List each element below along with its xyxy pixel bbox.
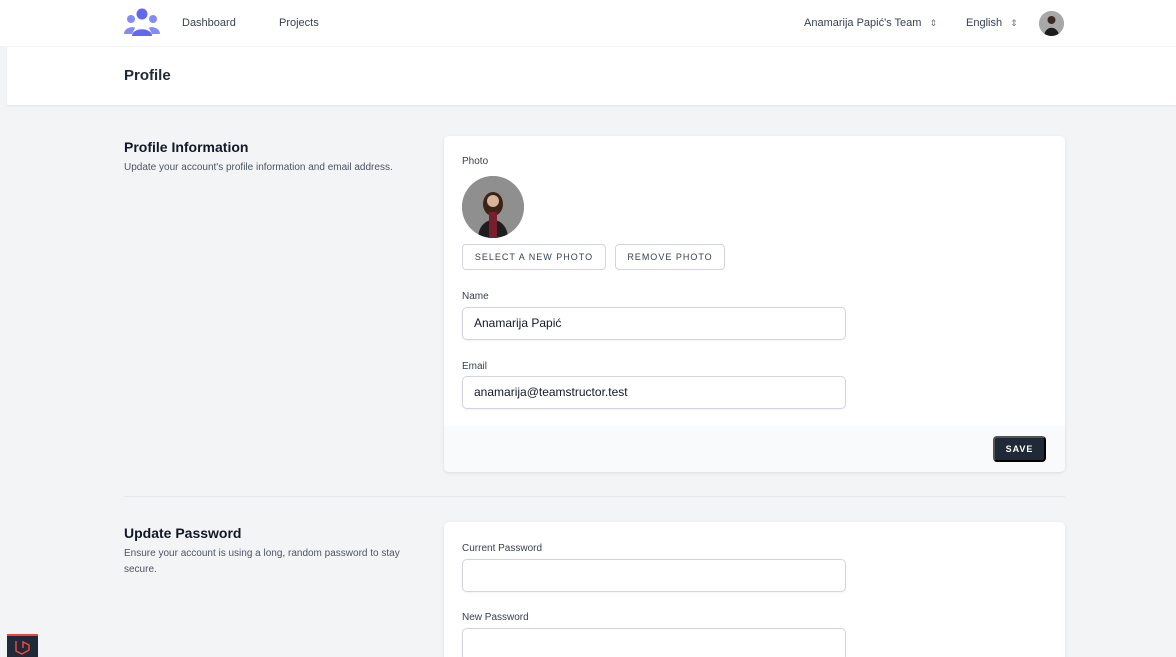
- update-password-card: Current Password New Password: [444, 522, 1065, 657]
- profile-info-card: Photo SELECT A NEW PHOTO REMOVE PHOTO Na…: [444, 136, 1065, 472]
- current-password-input[interactable]: [462, 559, 846, 592]
- team-switcher-dropdown[interactable]: Anamarija Papić's Team ⇕: [804, 17, 937, 29]
- update-password-description: Ensure your account is using a long, ran…: [124, 548, 400, 575]
- profile-info-description: Update your account's profile informatio…: [124, 162, 393, 173]
- name-label: Name: [462, 291, 489, 302]
- update-password-title: Update Password: [124, 525, 242, 541]
- nav-link-dashboard[interactable]: Dashboard: [182, 17, 236, 29]
- photo-label: Photo: [462, 156, 489, 167]
- section-divider: [124, 496, 1065, 497]
- profile-photo: [462, 176, 524, 238]
- card-footer: SAVE: [444, 426, 1065, 472]
- save-button[interactable]: SAVE: [993, 436, 1046, 462]
- current-password-label: Current Password: [462, 543, 543, 554]
- profile-info-title: Profile Information: [124, 139, 249, 155]
- remove-photo-button[interactable]: REMOVE PHOTO: [615, 244, 725, 270]
- new-password-input[interactable]: [462, 628, 846, 657]
- page-title: Profile: [124, 67, 171, 84]
- email-label: Email: [462, 361, 488, 372]
- language-dropdown[interactable]: English ⇕: [966, 17, 1018, 29]
- avatar-icon: [1039, 11, 1064, 36]
- chevron-updown-icon: ⇕: [929, 18, 937, 28]
- chevron-updown-icon: ⇕: [1010, 18, 1018, 28]
- laravel-icon: [15, 640, 30, 655]
- name-input[interactable]: Anamarija Papić: [462, 307, 846, 340]
- profile-photo-icon: [462, 176, 524, 238]
- select-new-photo-button[interactable]: SELECT A NEW PHOTO: [462, 244, 606, 270]
- nav-link-projects[interactable]: Projects: [279, 17, 319, 29]
- team-name-label: Anamarija Papić's Team: [804, 17, 922, 29]
- page-header: Profile: [7, 47, 1176, 105]
- new-password-label: New Password: [462, 612, 529, 623]
- team-logo-icon[interactable]: [124, 8, 160, 38]
- email-input[interactable]: anamarija@teamstructor.test: [462, 376, 846, 409]
- language-label: English: [966, 17, 1003, 29]
- user-avatar-menu[interactable]: [1039, 11, 1064, 36]
- top-nav: Dashboard Projects Anamarija Papić's Tea…: [0, 0, 1176, 47]
- debugbar-toggle[interactable]: [7, 634, 38, 657]
